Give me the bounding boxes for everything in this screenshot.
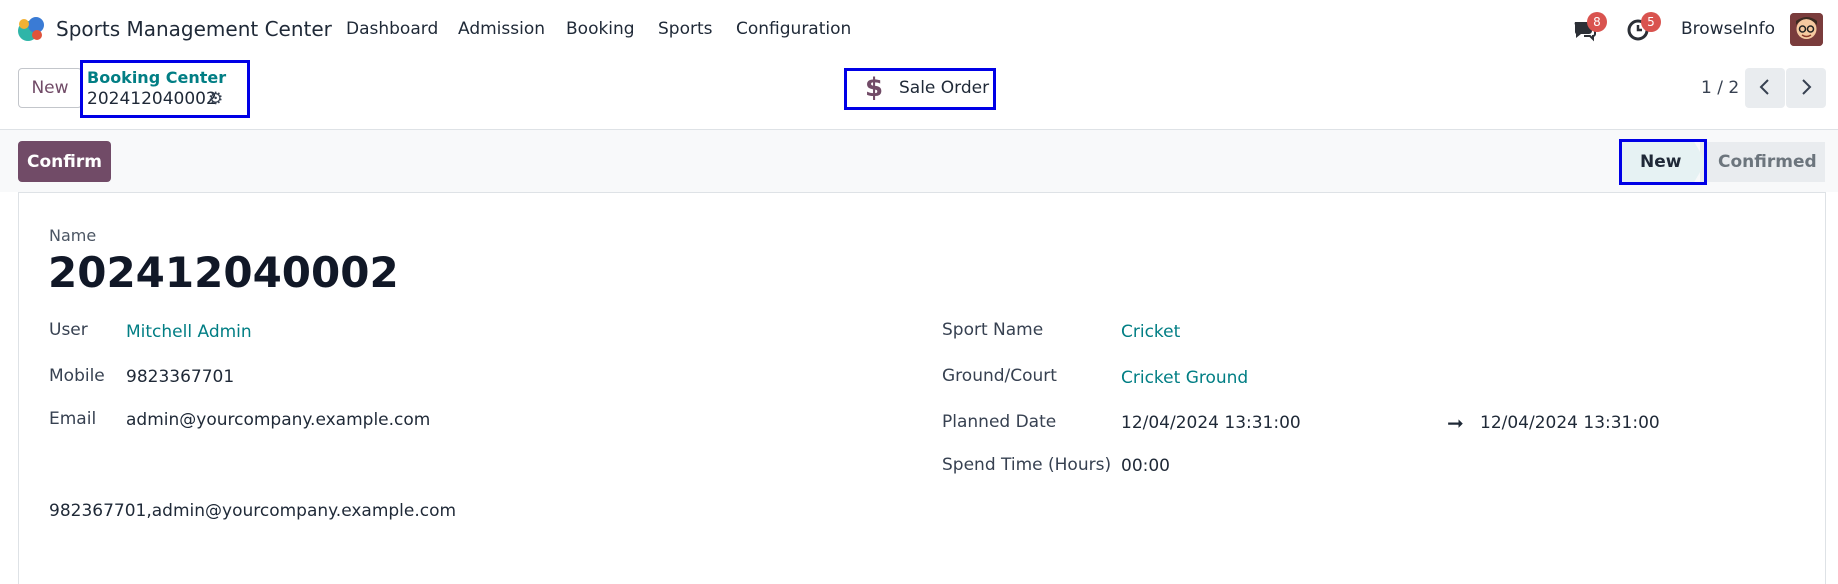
user-field[interactable]: Mitchell Admin bbox=[126, 322, 252, 342]
email-label: Email bbox=[49, 409, 97, 429]
name-field[interactable]: 202412040002 bbox=[48, 248, 399, 297]
top-navbar: Sports Management Center Dashboard Admis… bbox=[0, 0, 1838, 58]
breadcrumb-current: 202412040002 bbox=[87, 89, 217, 109]
messages-badge: 8 bbox=[1587, 12, 1607, 32]
menu-configuration[interactable]: Configuration bbox=[736, 19, 851, 39]
planned-date-label: Planned Date bbox=[942, 412, 1057, 432]
planned-date-end-field[interactable]: 12/04/2024 13:31:00 bbox=[1480, 413, 1660, 433]
ground-court-field[interactable]: Cricket Ground bbox=[1121, 368, 1248, 388]
pager-next-button[interactable] bbox=[1786, 68, 1826, 108]
user-label: User bbox=[49, 320, 88, 340]
breadcrumb-parent-link[interactable]: Booking Center bbox=[87, 68, 226, 87]
pager-previous-button[interactable] bbox=[1745, 68, 1785, 108]
sport-name-field[interactable]: Cricket bbox=[1121, 322, 1180, 342]
stage-confirmed[interactable]: Confirmed bbox=[1700, 142, 1825, 182]
email-field[interactable]: admin@yourcompany.example.com bbox=[126, 410, 430, 430]
gear-icon[interactable]: ⚙ bbox=[208, 89, 223, 109]
spend-time-field[interactable]: 00:00 bbox=[1121, 456, 1170, 476]
app-name[interactable]: Sports Management Center bbox=[56, 17, 332, 41]
confirm-button[interactable]: Confirm bbox=[18, 141, 111, 182]
menu-admission[interactable]: Admission bbox=[458, 19, 545, 39]
mobile-label: Mobile bbox=[49, 366, 105, 386]
sale-order-label[interactable]: Sale Order bbox=[899, 78, 989, 98]
user-avatar[interactable] bbox=[1790, 13, 1823, 46]
pager-value[interactable]: 1 / 2 bbox=[1701, 78, 1739, 98]
chevron-right-icon bbox=[1802, 79, 1812, 95]
planned-date-start-field[interactable]: 12/04/2024 13:31:00 bbox=[1121, 413, 1301, 433]
status-bar: Confirm Confirmed New bbox=[0, 130, 1838, 192]
menu-dashboard[interactable]: Dashboard bbox=[346, 19, 438, 39]
menu-booking[interactable]: Booking bbox=[566, 19, 635, 39]
user-avatar-image bbox=[1790, 13, 1823, 46]
mobile-field[interactable]: 9823367701 bbox=[126, 367, 234, 387]
chevron-left-icon bbox=[1759, 79, 1769, 95]
activities-badge: 5 bbox=[1641, 12, 1661, 32]
spend-time-label: Spend Time (Hours) bbox=[942, 455, 1112, 475]
sport-name-label: Sport Name bbox=[942, 320, 1044, 340]
ground-court-label: Ground/Court bbox=[942, 366, 1057, 386]
name-label: Name bbox=[49, 226, 97, 245]
dollar-icon: $ bbox=[865, 73, 884, 103]
contact-line: 982367701,admin@yourcompany.example.com bbox=[49, 501, 457, 521]
company-switcher[interactable]: BrowseInfo bbox=[1681, 19, 1775, 39]
control-panel: New Booking Center 202412040002 ⚙ $ Sale… bbox=[0, 58, 1838, 130]
menu-sports[interactable]: Sports bbox=[658, 19, 713, 39]
sports-app-logo-icon[interactable] bbox=[16, 14, 46, 44]
new-record-button[interactable]: New bbox=[18, 68, 82, 108]
arrow-right-icon: ➞ bbox=[1447, 411, 1464, 435]
stage-new-highlight bbox=[1619, 139, 1707, 185]
